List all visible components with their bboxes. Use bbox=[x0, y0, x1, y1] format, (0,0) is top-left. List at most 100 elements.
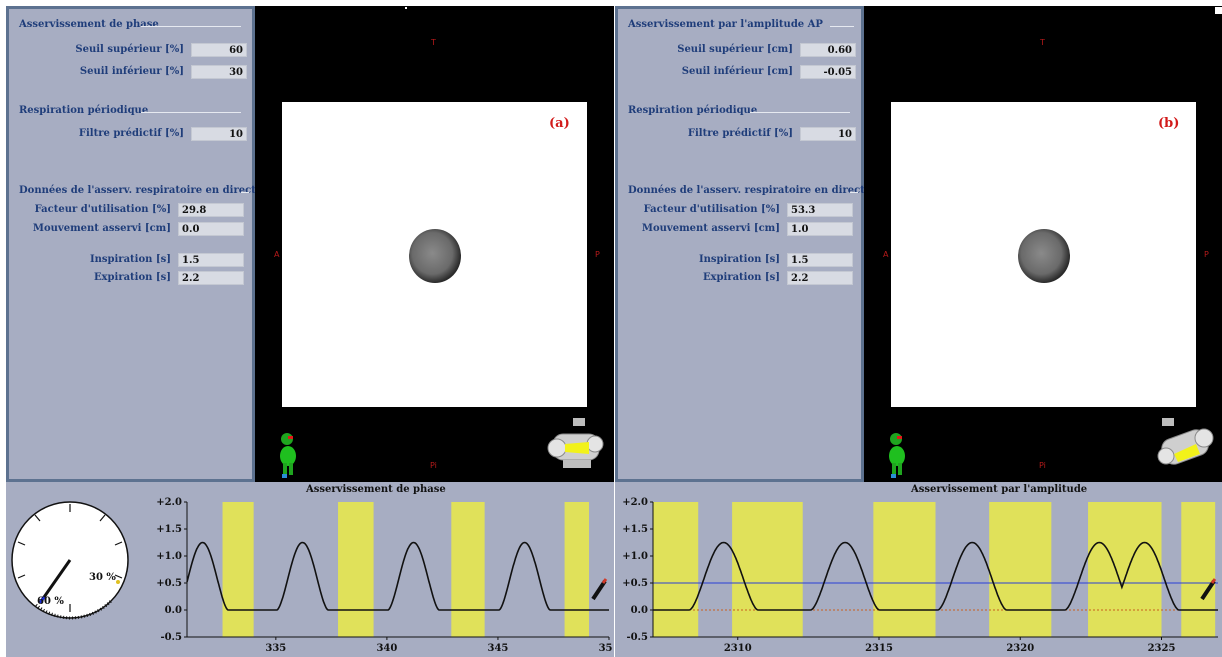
image-tag: (b) bbox=[1158, 116, 1180, 131]
x-tick-label: 335 bbox=[265, 643, 286, 654]
x-tick-label: 2315 bbox=[865, 643, 893, 654]
linac-gantry-icon bbox=[1157, 418, 1214, 465]
y-tick-label: +2.0 bbox=[622, 497, 648, 508]
y-tick-label: +0.5 bbox=[622, 578, 648, 589]
duty-factor-label: Facteur d'utilisation [%] bbox=[34, 204, 171, 215]
predictive-filter-label: Filtre prédictif [%] bbox=[78, 128, 184, 139]
section-title-amplitude-gating: Asservissement par l'amplitude AP bbox=[628, 19, 823, 30]
inspiration-label: Inspiration [s] bbox=[89, 254, 171, 265]
expiration-field: 2.2 bbox=[178, 271, 244, 285]
section-title-live-data: Données de l'asserv. respiratoire en dir… bbox=[628, 185, 865, 196]
orientation-top: T bbox=[1040, 38, 1045, 47]
y-tick-label: 0.0 bbox=[165, 605, 182, 616]
y-tick-label: +1.0 bbox=[156, 551, 182, 562]
y-tick-label: -0.5 bbox=[626, 632, 648, 643]
section-title-periodic-breathing: Respiration périodique bbox=[628, 105, 758, 116]
amplitude-gating-view: Asservissement par l'amplitude AP Seuil … bbox=[615, 6, 1222, 657]
gate-window bbox=[989, 502, 1052, 637]
gating-dial: 30 % 60 % bbox=[11, 501, 129, 620]
image-viewer[interactable]: (a) T A P Pi bbox=[255, 6, 614, 482]
phase-gating-chart: +2.0 +1.5 +1.0 +0.5 0.0 -0.5 335 340 345 350 bbox=[156, 497, 613, 654]
expiration-field: 2.2 bbox=[787, 271, 853, 285]
lower-threshold-label: Seuil inférieur [%] bbox=[79, 66, 184, 77]
phase-gating-view: Asservissement de phase Seuil supérieur … bbox=[6, 6, 614, 657]
gate-window bbox=[1088, 502, 1162, 637]
duty-factor-field: 53.3 bbox=[787, 203, 853, 217]
predictive-filter-field[interactable]: 10 bbox=[191, 127, 247, 141]
x-tick-label: 2310 bbox=[724, 643, 752, 654]
upper-threshold-label: Seuil supérieur [%] bbox=[75, 44, 184, 55]
gate-window bbox=[873, 502, 936, 637]
section-divider bbox=[830, 26, 854, 27]
chart-title: Asservissement de phase bbox=[306, 484, 446, 495]
maximize-icon[interactable] bbox=[1214, 6, 1222, 15]
chart-title: Asservissement par l'amplitude bbox=[911, 484, 1088, 495]
patient-figure-icon bbox=[280, 433, 296, 478]
inspiration-field: 1.5 bbox=[787, 253, 853, 267]
predictive-filter-field[interactable]: 10 bbox=[800, 127, 856, 141]
y-tick-label: +1.0 bbox=[622, 551, 648, 562]
x-tick-label: 345 bbox=[488, 643, 509, 654]
expiration-label: Expiration [s] bbox=[93, 272, 171, 283]
tumor-marker bbox=[409, 229, 461, 283]
orientation-bottom: Pi bbox=[430, 461, 437, 470]
orientation-right: P bbox=[1204, 250, 1209, 259]
section-divider bbox=[750, 112, 850, 113]
gated-motion-field: 1.0 bbox=[787, 222, 853, 236]
dial-label-60: 60 % bbox=[37, 596, 64, 607]
section-title-periodic-breathing: Respiration périodique bbox=[19, 105, 149, 116]
predictive-filter-label: Filtre prédictif [%] bbox=[687, 128, 793, 139]
gated-motion-label: Mouvement asservi [cm] bbox=[641, 223, 780, 234]
settings-panel: Asservissement de phase Seuil supérieur … bbox=[6, 6, 256, 482]
x-tick-label: 350 bbox=[599, 643, 613, 654]
gate-window bbox=[1181, 502, 1216, 637]
y-tick-label: +1.5 bbox=[156, 524, 182, 535]
gate-window bbox=[653, 502, 699, 637]
inspiration-label: Inspiration [s] bbox=[698, 254, 780, 265]
waveform-area: 30 % 60 % Asservissement de phase +2.0 +1… bbox=[6, 482, 614, 657]
patient-figure-icon bbox=[889, 433, 905, 478]
y-tick-label: +0.5 bbox=[156, 578, 182, 589]
orientation-left: A bbox=[883, 250, 889, 259]
dial-label-30: 30 % bbox=[89, 572, 116, 583]
expiration-label: Expiration [s] bbox=[702, 272, 780, 283]
upper-threshold-label: Seuil supérieur [cm] bbox=[677, 44, 793, 55]
x-tick-label: 2325 bbox=[1148, 643, 1176, 654]
upper-threshold-field[interactable]: 60 bbox=[191, 43, 247, 57]
gate-window bbox=[338, 502, 374, 637]
gate-window bbox=[564, 502, 590, 637]
upper-threshold-field[interactable]: 0.60 bbox=[800, 43, 856, 57]
maximize-icon[interactable] bbox=[404, 6, 408, 10]
y-tick-label: +2.0 bbox=[156, 497, 182, 508]
linac-gantry-icon bbox=[547, 418, 604, 468]
duty-factor-label: Facteur d'utilisation [%] bbox=[643, 204, 780, 215]
tumor-marker bbox=[1018, 229, 1070, 283]
section-divider bbox=[141, 26, 241, 27]
x-tick-label: 2320 bbox=[1006, 643, 1034, 654]
lower-threshold-label: Seuil inférieur [cm] bbox=[681, 66, 793, 77]
inspiration-field: 1.5 bbox=[178, 253, 244, 267]
section-divider bbox=[241, 192, 249, 193]
orientation-left: A bbox=[274, 250, 280, 259]
lower-threshold-field[interactable]: 30 bbox=[191, 65, 247, 79]
lower-threshold-field[interactable]: -0.05 bbox=[800, 65, 856, 79]
orientation-bottom: Pi bbox=[1039, 461, 1046, 470]
waveform-area: Asservissement par l'amplitude +2.0 +1.5 +… bbox=[615, 482, 1222, 657]
amplitude-gating-chart: +2.0 +1.5 +1.0 +0.5 0.0 -0.5 2310 2315 2320 2325 bbox=[622, 497, 1218, 654]
section-divider bbox=[850, 192, 858, 193]
duty-factor-field: 29.8 bbox=[178, 203, 244, 217]
y-tick-label: 0.0 bbox=[631, 605, 648, 616]
orientation-right: P bbox=[595, 250, 600, 259]
gate-window bbox=[732, 502, 803, 637]
section-title-phase-gating: Asservissement de phase bbox=[19, 19, 159, 30]
image-viewer[interactable]: (b) T A P Pi bbox=[864, 6, 1222, 482]
y-tick-label: +1.5 bbox=[622, 524, 648, 535]
gated-motion-label: Mouvement asservi [cm] bbox=[32, 223, 171, 234]
image-tag: (a) bbox=[549, 116, 570, 131]
settings-panel: Asservissement par l'amplitude AP Seuil … bbox=[615, 6, 865, 482]
gate-window bbox=[451, 502, 485, 637]
section-title-live-data: Données de l'asserv. respiratoire en dir… bbox=[19, 185, 256, 196]
gate-window bbox=[222, 502, 254, 637]
x-tick-label: 340 bbox=[376, 643, 397, 654]
y-tick-label: -0.5 bbox=[160, 632, 182, 643]
